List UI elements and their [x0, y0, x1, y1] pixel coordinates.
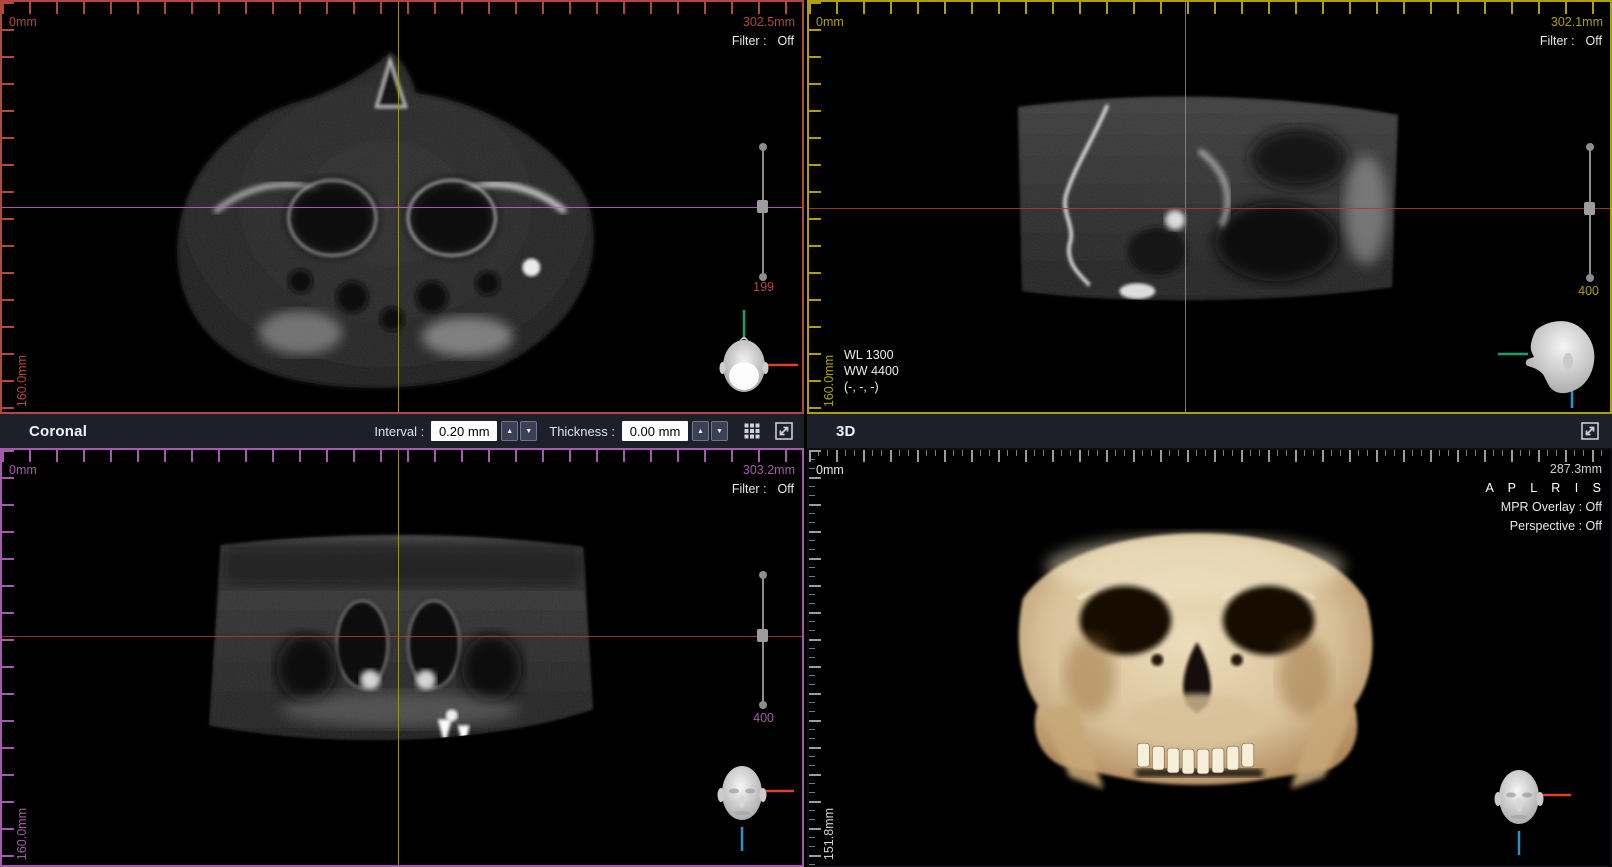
sagittal-slice-image[interactable]: [809, 2, 1610, 412]
sagittal-slice-number: 400: [1578, 284, 1599, 298]
axial-top-ruler: [2, 2, 802, 14]
layout-grid-button[interactable]: [740, 419, 764, 443]
coronal-crosshair-vertical[interactable]: [398, 450, 399, 865]
expand-icon: [1580, 421, 1600, 441]
threed-panel-title: 3D: [836, 423, 856, 440]
threed-perspective-status: Perspective : Off: [1486, 517, 1602, 536]
interval-spin-down-button[interactable]: ▼: [520, 421, 537, 441]
coronal-expand-button[interactable]: [772, 419, 796, 443]
threed-orientation-letters: A P L R I S: [1486, 479, 1602, 498]
axial-slice-slider[interactable]: [756, 147, 770, 277]
interval-input[interactable]: [431, 421, 497, 441]
axial-filter-status: Filter : Off: [732, 34, 794, 48]
sagittal-wl: WL 1300: [844, 347, 899, 363]
axial-ruler-origin: 0mm: [9, 15, 37, 29]
coronal-left-ruler: [2, 450, 14, 865]
sagittal-left-ruler: [809, 2, 821, 412]
sagittal-crosshair-horizontal[interactable]: [809, 208, 1610, 209]
coronal-filter-value: Off: [778, 482, 794, 496]
mpr-overlay-value: Off: [1586, 500, 1602, 514]
axial-filter-value: Off: [778, 34, 794, 48]
interval-spin-up-button[interactable]: ▲: [501, 421, 518, 441]
interval-label: Interval :: [374, 424, 424, 439]
coronal-filter-status: Filter : Off: [732, 482, 794, 496]
sagittal-coords: (-, -, -): [844, 379, 899, 395]
coronal-crosshair-horizontal[interactable]: [2, 636, 802, 637]
grid-icon: [742, 421, 762, 441]
sagittal-filter-value: Off: [1586, 34, 1602, 48]
viewport-coronal[interactable]: 0mm 303.2mm Filter : Off 160.0mm 400: [0, 448, 804, 867]
axial-side-ruler-label: 160.0mm: [15, 355, 29, 407]
perspective-label: Perspective :: [1510, 519, 1582, 533]
sagittal-filter-status: Filter : Off: [1540, 34, 1602, 48]
thickness-spin-down-button[interactable]: ▼: [711, 421, 728, 441]
coronal-slice-image[interactable]: [2, 450, 802, 865]
threed-side-ruler-label: 151.8mm: [822, 808, 836, 860]
coronal-filter-label: Filter :: [732, 482, 767, 496]
coronal-slider-top-dot: [759, 571, 767, 579]
thickness-spinner: ▲ ▼: [692, 421, 728, 441]
sagittal-slice-slider[interactable]: [1583, 147, 1597, 278]
sagittal-slider-top-dot: [1586, 143, 1594, 151]
coronal-slice-slider[interactable]: [756, 575, 770, 705]
threed-overlay-readouts: 287.3mm A P L R I S MPR Overlay : Off Pe…: [1486, 460, 1602, 536]
coronal-side-ruler-label: 160.0mm: [15, 808, 29, 860]
viewport-axial[interactable]: 0mm 302.5mm Filter : Off 160.0mm 199: [0, 0, 804, 414]
perspective-value: Off: [1586, 519, 1602, 533]
sagittal-side-ruler-label: 160.0mm: [822, 355, 836, 407]
sagittal-ruler-extent: 302.1mm: [1551, 15, 1603, 29]
interval-spinner: ▲ ▼: [501, 421, 537, 441]
axial-ruler-extent: 302.5mm: [743, 15, 795, 29]
axial-crosshair-horizontal[interactable]: [2, 207, 802, 208]
sagittal-ww: WW 4400: [844, 363, 899, 379]
axial-slider-top-dot: [759, 143, 767, 151]
coronal-panel-title: Coronal: [29, 423, 87, 440]
thickness-label: Thickness :: [549, 424, 615, 439]
threed-ruler-extent: 287.3mm: [1486, 460, 1602, 479]
coronal-slider-handle[interactable]: [757, 629, 768, 642]
sagittal-slider-handle[interactable]: [1584, 202, 1595, 215]
coronal-slider-bottom-dot: [759, 701, 767, 709]
sagittal-orientation-head-icon: [1496, 310, 1606, 410]
threed-expand-button[interactable]: [1578, 419, 1602, 443]
threed-ruler-origin: 0mm: [816, 463, 844, 477]
axial-filter-label: Filter :: [732, 34, 767, 48]
sagittal-ruler-origin: 0mm: [816, 15, 844, 29]
coronal-slice-number: 400: [753, 711, 774, 725]
axial-slice-number: 199: [753, 280, 774, 294]
coronal-ruler-origin: 0mm: [9, 463, 37, 477]
axial-slider-handle[interactable]: [757, 200, 768, 213]
coronal-ruler-extent: 303.2mm: [743, 463, 795, 477]
threed-orientation-head-icon: [1473, 747, 1573, 857]
sagittal-slider-bottom-dot: [1586, 274, 1594, 282]
viewport-sagittal[interactable]: 0mm 302.1mm Filter : Off 160.0mm WL 1300 …: [807, 0, 1612, 414]
mpr-workspace: 0mm 302.5mm Filter : Off 160.0mm 199: [0, 0, 1612, 867]
coronal-panel-header: Coronal Interval : ▲ ▼ Thickness : ▲ ▼: [0, 414, 804, 448]
threed-mpr-overlay-status: MPR Overlay : Off: [1486, 498, 1602, 517]
sagittal-filter-label: Filter :: [1540, 34, 1575, 48]
sagittal-window-level-readout: WL 1300 WW 4400 (-, -, -): [844, 347, 899, 395]
threed-panel-header: 3D: [807, 414, 1612, 448]
viewport-3d[interactable]: 0mm 151.8mm 287.3mm A P L R I S MPR Over…: [807, 448, 1612, 867]
threed-top-ruler-minor: [809, 450, 1610, 456]
coronal-top-ruler: [2, 450, 802, 462]
mpr-overlay-label: MPR Overlay :: [1501, 500, 1582, 514]
threed-left-ruler-minor: [809, 450, 815, 865]
thickness-input[interactable]: [622, 421, 688, 441]
sagittal-top-ruler: [809, 2, 1610, 14]
coronal-toolbar: Interval : ▲ ▼ Thickness : ▲ ▼: [374, 419, 804, 443]
axial-orientation-head-icon: [690, 308, 800, 408]
coronal-orientation-head-icon: [696, 743, 796, 853]
sagittal-crosshair-vertical[interactable]: [1185, 2, 1186, 412]
thickness-spin-up-button[interactable]: ▲: [692, 421, 709, 441]
expand-icon: [774, 421, 794, 441]
